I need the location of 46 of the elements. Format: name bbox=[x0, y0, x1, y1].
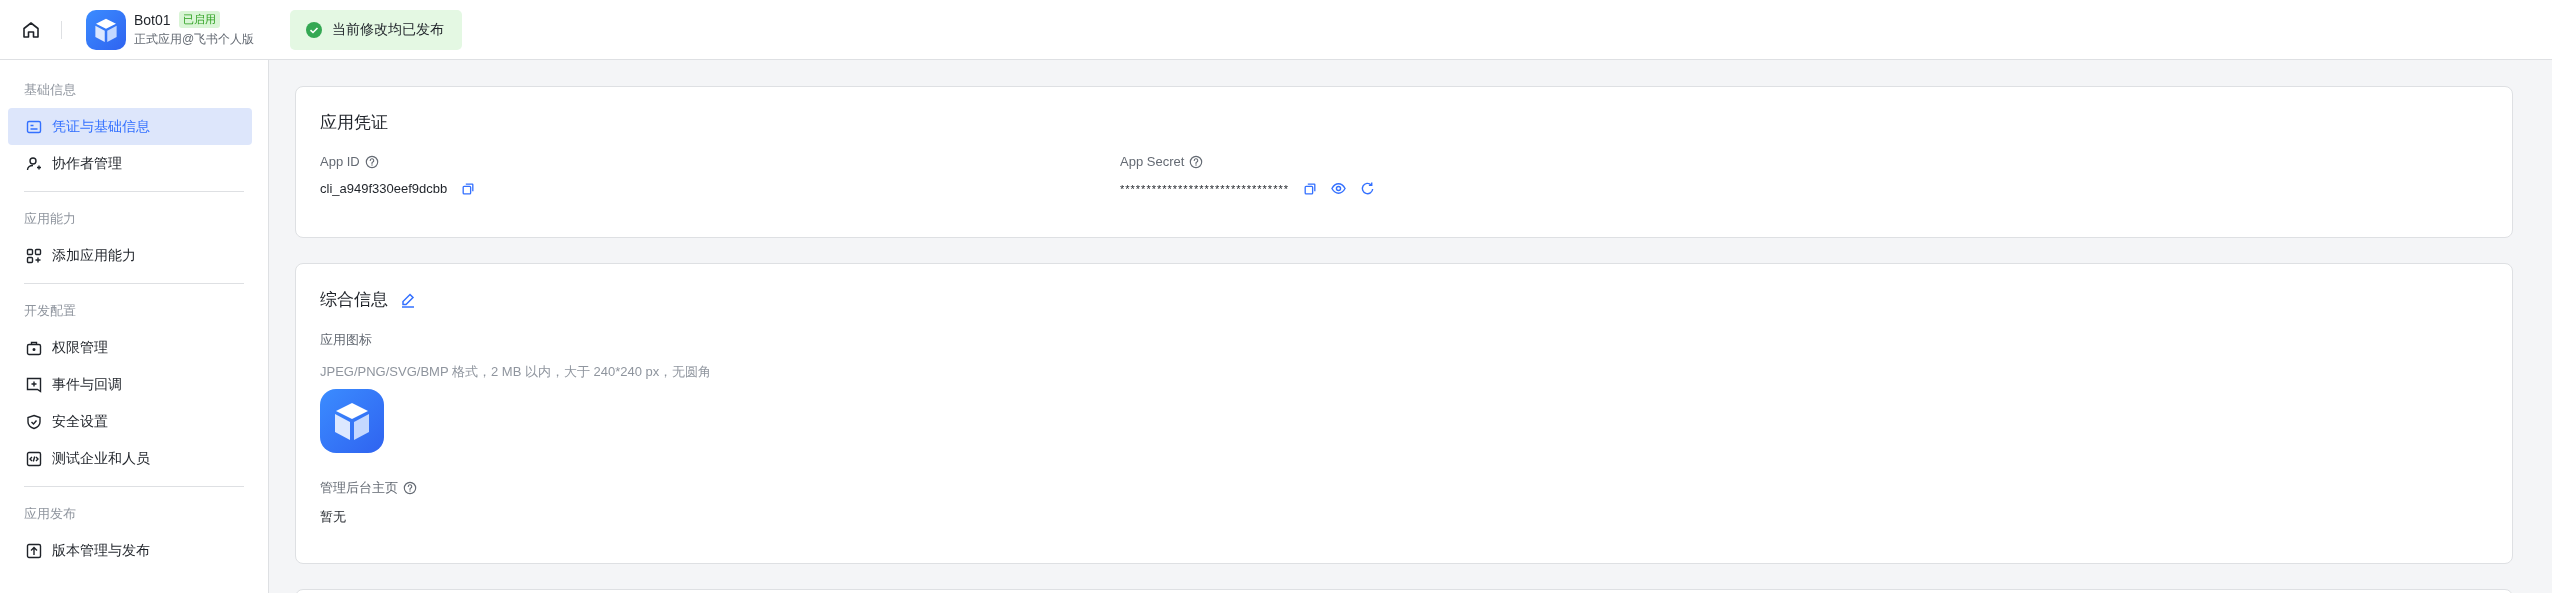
lock-icon bbox=[26, 339, 42, 356]
edit-icon[interactable] bbox=[400, 291, 416, 308]
add-widget-icon bbox=[26, 247, 42, 264]
nav-item[interactable]: 安全设置 bbox=[8, 403, 252, 440]
home-icon[interactable] bbox=[21, 19, 41, 40]
field-label: App Secret bbox=[1120, 154, 1185, 169]
app-name: Bot01 bbox=[134, 11, 171, 28]
group-label: 开发配置 bbox=[23, 302, 77, 320]
nav-item[interactable]: 凭证与基础信息 bbox=[8, 108, 252, 145]
group-label: 应用能力 bbox=[23, 210, 77, 228]
app-subtitle: 正式应用@飞书个人版 bbox=[134, 31, 255, 48]
copy-icon[interactable] bbox=[1303, 181, 1317, 196]
app-id-value: cli_a949f330eef9dcbb bbox=[320, 181, 448, 196]
id-card-icon bbox=[26, 118, 42, 135]
field-value: 暂无 bbox=[320, 508, 347, 526]
card-title: 应用凭证 bbox=[320, 112, 389, 134]
copy-icon[interactable] bbox=[461, 181, 476, 196]
eye-icon[interactable] bbox=[1331, 181, 1346, 196]
app-logo-icon bbox=[320, 389, 384, 453]
add-user-icon bbox=[26, 155, 42, 172]
nav-item[interactable]: 版本管理与发布 bbox=[8, 532, 252, 569]
field-label: App ID bbox=[320, 154, 360, 169]
card-title: 综合信息 bbox=[320, 289, 388, 311]
upload-hint: JPEG/PNG/SVG/BMP 格式，2 MB 以内，大于 240*240 px，无圆角 bbox=[320, 363, 713, 381]
shield-icon bbox=[26, 413, 42, 430]
help-icon[interactable] bbox=[1189, 154, 1204, 169]
nav-item[interactable]: 测试企业和人员 bbox=[8, 440, 252, 477]
masked-secret: ******************************** bbox=[1120, 182, 1289, 195]
code-icon bbox=[26, 450, 42, 467]
group-label: 应用发布 bbox=[23, 505, 77, 523]
field-label: 应用图标 bbox=[320, 331, 373, 349]
group-label: 基础信息 bbox=[23, 81, 77, 99]
nav-item[interactable]: 协作者管理 bbox=[8, 145, 252, 182]
success-icon bbox=[306, 21, 323, 38]
app-logo-icon bbox=[86, 9, 126, 50]
nav-item[interactable]: 事件与回调 bbox=[8, 366, 252, 403]
upload-icon bbox=[26, 542, 42, 559]
refresh-icon[interactable] bbox=[1360, 181, 1375, 196]
help-icon[interactable] bbox=[364, 154, 379, 169]
status-badge: 已启用 bbox=[178, 11, 220, 28]
help-icon[interactable] bbox=[403, 481, 417, 495]
nav-item[interactable]: 权限管理 bbox=[8, 329, 252, 366]
event-icon bbox=[26, 376, 42, 393]
nav-item[interactable]: 添加应用能力 bbox=[8, 237, 252, 274]
field-label: 管理后台主页 bbox=[320, 479, 398, 497]
notice-text: 当前修改均已发布 bbox=[332, 20, 445, 39]
